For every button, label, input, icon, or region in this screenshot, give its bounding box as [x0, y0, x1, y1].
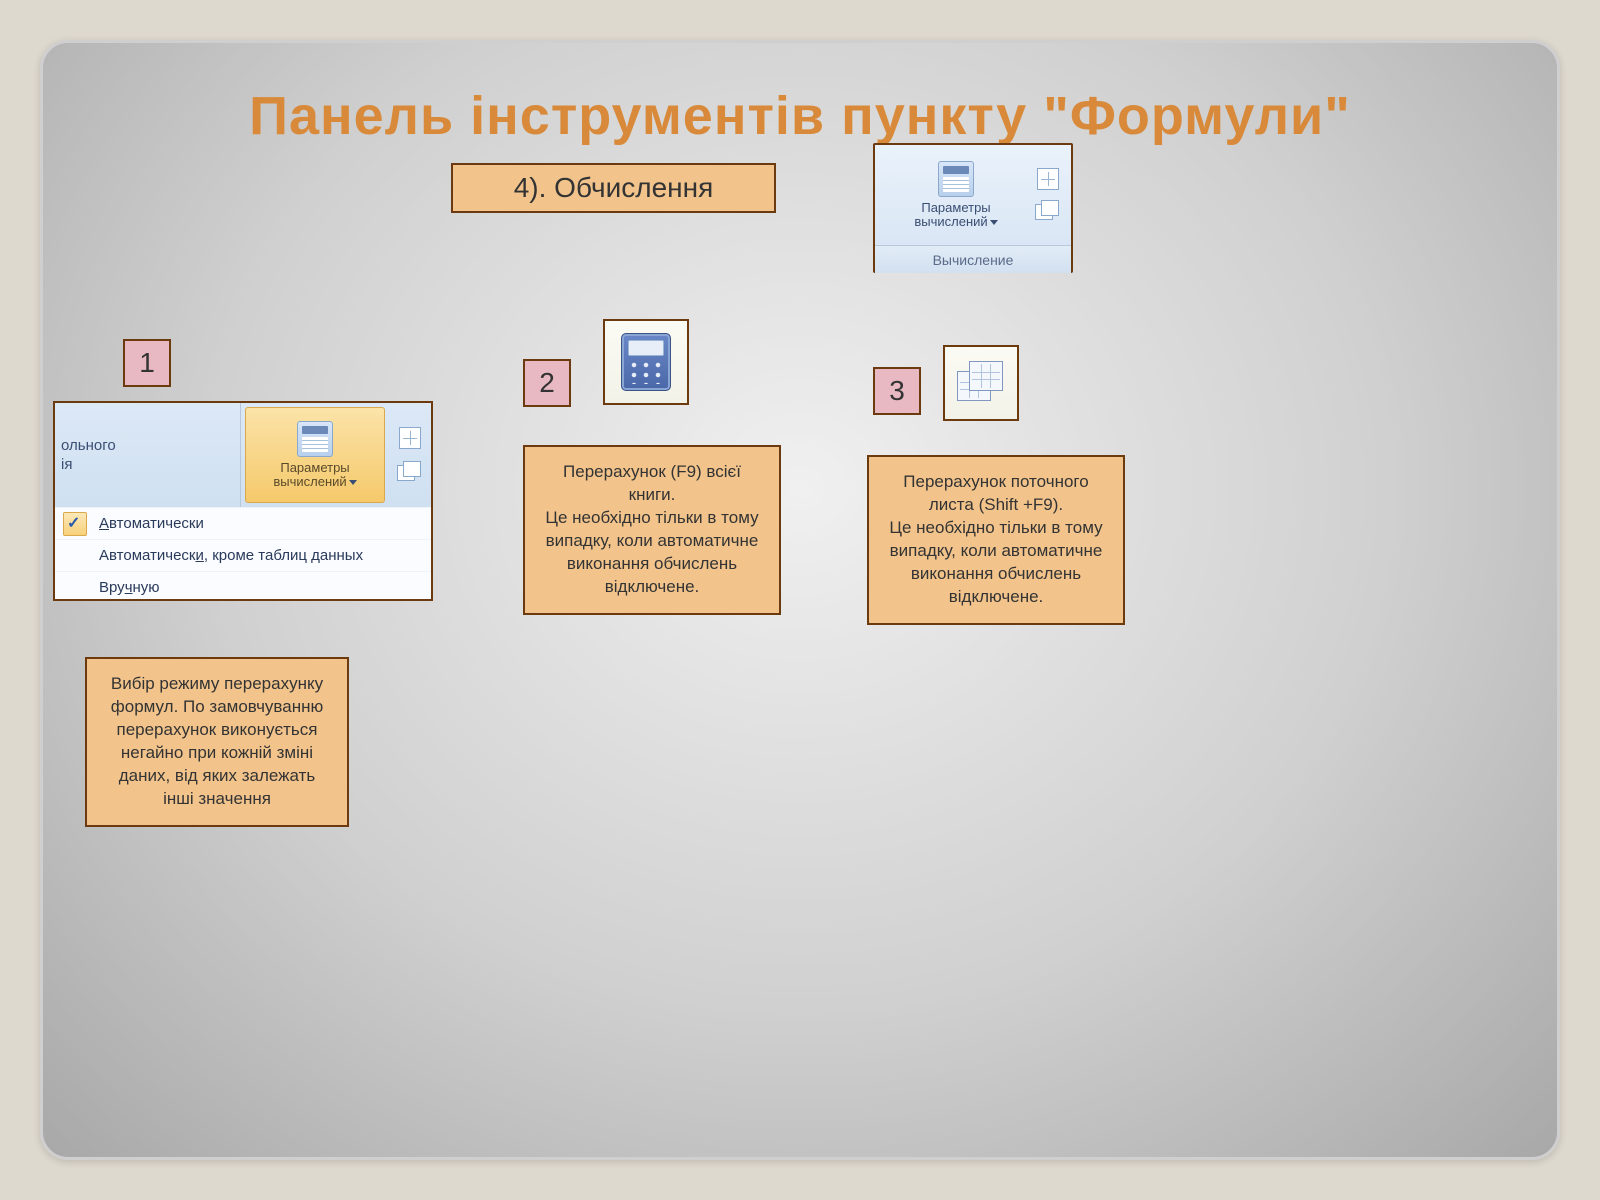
calculator-icon	[938, 161, 974, 197]
ribbon-group-body: Параметры вычислений	[875, 145, 1071, 245]
badge-2: 2	[523, 359, 571, 407]
menu-item-manual[interactable]: Вручную	[55, 571, 431, 601]
ribbon-group-side	[1035, 168, 1061, 222]
calc-now-button-large[interactable]	[603, 319, 689, 405]
calc-options-button-active[interactable]: Параметры вычислений	[245, 407, 385, 503]
calc-options-label: Параметры вычислений	[885, 201, 1027, 230]
ribbon-fragment-left: ольного ія	[55, 403, 241, 507]
chevron-down-icon	[349, 480, 357, 485]
menu-item-automatic[interactable]: ✓ Автоматически	[55, 507, 431, 539]
check-icon: ✓	[67, 513, 80, 533]
description-2: Перерахунок (F9) всієї книги. Це необхід…	[523, 445, 781, 615]
calc-sheet-icon[interactable]	[1035, 200, 1061, 222]
calc-options-button[interactable]: Параметры вычислений	[885, 161, 1027, 230]
menu-item-automatic-except-tables[interactable]: Автоматически, кроме таблиц данных	[55, 539, 431, 571]
section-label-text: 4). Обчислення	[514, 172, 714, 204]
calc-now-icon[interactable]	[399, 427, 421, 449]
ribbon-fragment-right	[389, 403, 431, 507]
description-3: Перерахунок поточного листа (Shift +F9).…	[867, 455, 1125, 625]
ribbon-group-calculation: Параметры вычислений Вычисление	[873, 143, 1073, 273]
calc-options-dropdown: ольного ія Параметры вычислений ✓ Автома…	[53, 401, 433, 601]
dropdown-header: ольного ія Параметры вычислений	[55, 403, 431, 507]
section-label: 4). Обчислення	[451, 163, 776, 213]
dropdown-list: ✓ Автоматически Автоматически, кроме таб…	[55, 507, 431, 601]
calc-now-icon[interactable]	[1037, 168, 1059, 190]
slide: Панель інструментів пункту "Формули" 4).…	[40, 40, 1560, 1160]
calculator-icon	[621, 333, 671, 391]
badge-1: 1	[123, 339, 171, 387]
worksheets-icon	[957, 361, 1005, 405]
ribbon-group-name: Вычисление	[875, 245, 1071, 273]
description-1: Вибір режиму перерахунку формул. По замо…	[85, 657, 349, 827]
chevron-down-icon	[990, 220, 998, 225]
badge-3: 3	[873, 367, 921, 415]
calculator-icon	[297, 421, 333, 457]
calc-sheet-icon[interactable]	[397, 461, 423, 483]
slide-title: Панель інструментів пункту "Формули"	[43, 85, 1557, 147]
calc-sheet-button-large[interactable]	[943, 345, 1019, 421]
